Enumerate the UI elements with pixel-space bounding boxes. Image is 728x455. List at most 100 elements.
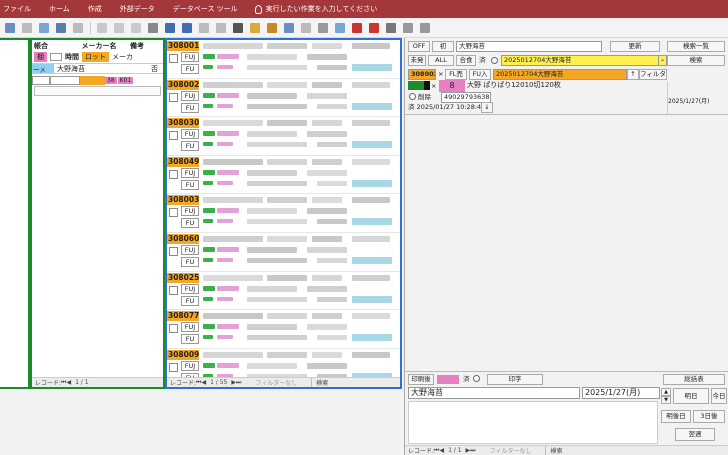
save-as-icon[interactable] [182,22,192,33]
orange-field[interactable] [80,75,105,85]
record-row[interactable]: 308001 FUJ FU [167,40,400,79]
record-row[interactable]: 308030 FUJ FU [167,117,400,156]
date-down-button[interactable]: ▼ [661,396,671,404]
filter-status[interactable]: フィルターなし [490,446,532,455]
shelf-tag[interactable]: 棚 [34,52,47,62]
tab-create[interactable]: 作成 [79,4,111,14]
record-checkbox[interactable] [169,131,178,141]
undo-icon[interactable] [199,22,209,33]
refresh-icon[interactable] [301,22,311,33]
code-field[interactable]: 308002 [408,69,436,80]
chevron-down-icon[interactable] [420,22,430,33]
paste-icon[interactable] [22,22,32,33]
memo-field[interactable] [408,401,658,444]
up-arrow-button[interactable]: ↑ [627,69,639,80]
record-id[interactable]: 308077 [167,311,199,322]
filter-button[interactable]: フィルタ [639,69,667,80]
record-row[interactable]: 308003 FUJ FU [167,194,400,233]
day-after-tomorrow-button[interactable]: 明後日 [661,410,691,423]
record-id[interactable]: 308009 [167,349,199,360]
filter-status[interactable]: フィルターなし [255,378,297,387]
delete-icon[interactable] [318,22,328,33]
tab-database-tools[interactable]: データベース ツール [164,4,247,14]
search-box[interactable]: 検索 [311,378,328,387]
all-button[interactable]: ALL [428,55,454,66]
blank-field-1[interactable] [32,75,50,85]
sum-icon[interactable] [386,22,396,33]
prev-record-icon[interactable]: ◀ [66,379,71,386]
off-button[interactable]: OFF [408,41,430,52]
copy-icon[interactable] [97,22,107,33]
maker-name-field[interactable]: 大野海苔 [456,41,602,52]
done-radio[interactable] [473,375,480,382]
filter-icon[interactable] [250,22,260,33]
search-button[interactable]: 検索 [667,55,725,66]
sort-icon[interactable] [267,22,277,33]
record-checkbox[interactable] [169,324,178,334]
record-checkbox[interactable] [169,208,178,218]
today-button[interactable]: 今日 [711,388,727,404]
record-row[interactable]: 308077 FUJ FU [167,310,400,349]
maker-row-3[interactable]: ーメ 大野海苔 否 [32,63,163,74]
quantity-field[interactable]: 8 [439,80,465,92]
table-icon[interactable] [39,22,49,33]
down-arrow-button[interactable]: ↓ [481,102,493,113]
record-id[interactable]: 308060 [167,233,199,244]
record-id[interactable]: 308001 [167,41,199,51]
description-code-field[interactable]: 2025012704大野海苔 [493,69,627,80]
date-up-button[interactable]: ▲ [661,388,671,396]
record-row[interactable]: 308025 FUJ FU [167,272,400,311]
shelf-field[interactable] [50,53,62,61]
tab-home[interactable]: ホーム [40,4,79,14]
record-id[interactable]: 308030 [167,118,199,129]
tab-external-data[interactable]: 外部データ [111,4,164,14]
done-radio[interactable] [491,57,498,64]
record-checkbox[interactable] [169,169,178,179]
form-icon[interactable] [335,22,345,33]
print-button[interactable]: 印字 [487,374,543,385]
record-row[interactable]: 308049 FUJ FU [167,156,400,195]
batch-combo[interactable]: 2025012704大野海苔 [501,55,667,66]
search-list-button[interactable]: 検索一覧 [667,41,725,52]
maker-row-5[interactable] [34,86,161,96]
delete-radio[interactable] [409,93,416,100]
record-id[interactable]: 308049 [167,156,199,167]
bottom-maker-field[interactable]: 大野海苔 [408,387,580,399]
record-checkbox[interactable] [169,362,178,372]
record-id[interactable]: 308025 [167,272,199,283]
tab-file[interactable]: ファイル [0,4,40,14]
fu-in-button[interactable]: FU入 [469,69,491,80]
last-record-icon[interactable]: ⏭ [470,447,475,455]
unshipped-button[interactable]: 未発 [408,55,426,66]
bottom-date-field[interactable]: 2025/1/27(月) [582,387,660,399]
redo-icon[interactable] [216,22,226,33]
last-record-icon[interactable]: ⏭ [236,379,241,387]
view-icon[interactable] [5,22,15,33]
record-id[interactable]: 308003 [167,195,199,206]
print-after-button[interactable]: 印刷後 [408,374,434,385]
record-checkbox[interactable] [169,285,178,295]
close-icon[interactable] [352,22,362,33]
blank-field-2[interactable] [50,75,80,85]
more-icon[interactable] [403,22,413,33]
summary-button[interactable]: 総括表 [663,374,725,385]
initial-button[interactable]: 初 [432,41,454,52]
lot-tag[interactable]: ロット [82,52,109,62]
save-icon[interactable] [165,22,175,33]
search-box[interactable]: 検索 [545,446,562,455]
print-icon[interactable] [148,22,158,33]
font-icon[interactable] [233,22,243,33]
combined-button[interactable]: 合食 [456,55,476,66]
record-checkbox[interactable] [169,54,178,63]
record-checkbox[interactable] [169,246,178,256]
chevron-down-icon[interactable]: ⌄ [658,56,666,65]
format-icon[interactable] [114,22,124,33]
next-week-button[interactable]: 翌週 [675,428,715,441]
record-checkbox[interactable] [169,92,178,102]
clipboard-icon[interactable] [131,22,141,33]
record-id[interactable]: 308002 [167,79,199,90]
chart-icon[interactable] [56,22,66,33]
prev-record-icon[interactable]: ◀ [439,447,444,454]
record-row[interactable]: 308002 FUJ FU [167,79,400,118]
tell-me-box[interactable]: 実行したい作業を入力してください [254,4,377,14]
